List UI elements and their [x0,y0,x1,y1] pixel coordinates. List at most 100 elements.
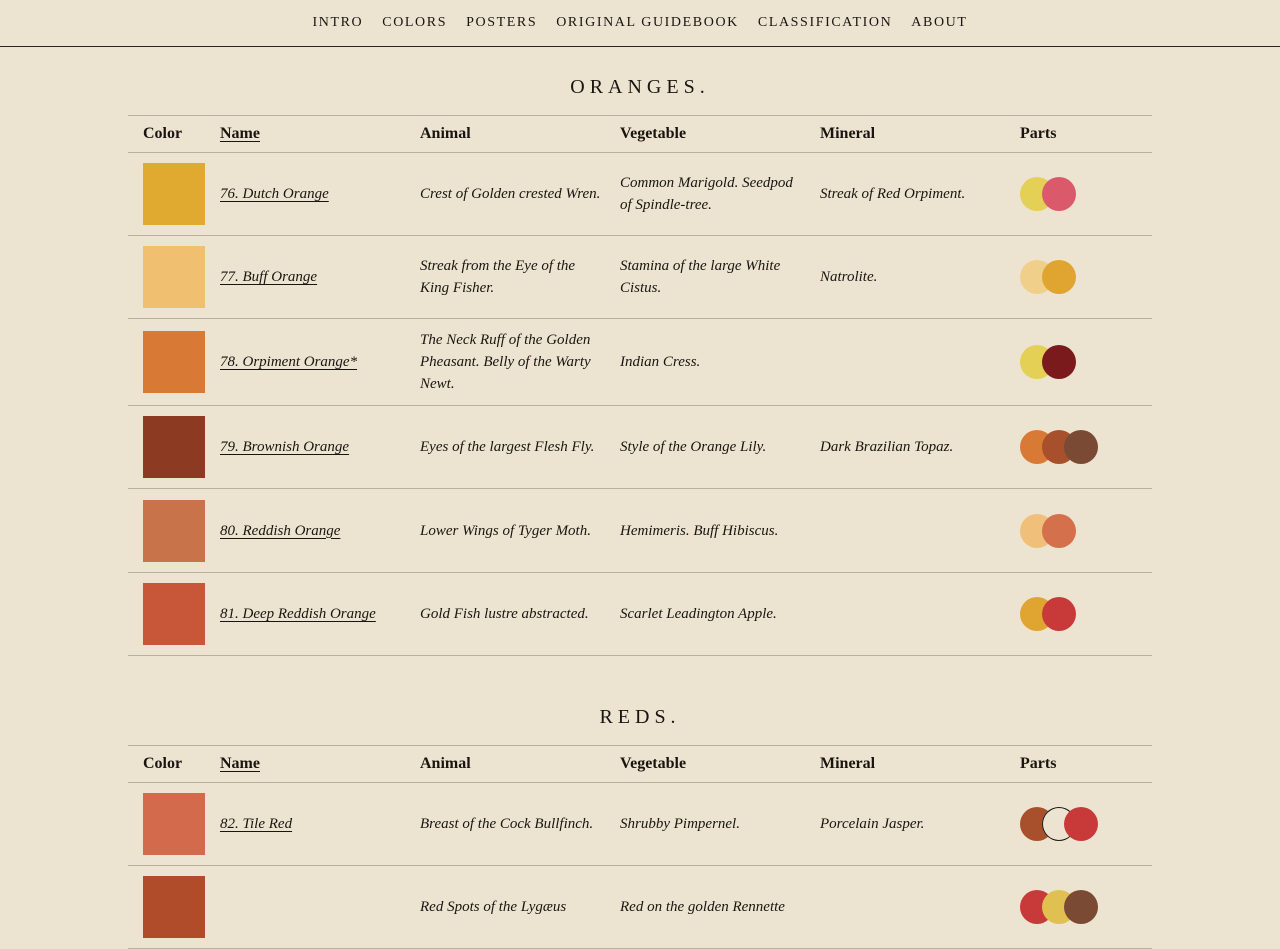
color-name-link[interactable]: 79. Brownish Orange [220,439,349,455]
vegetable-cell: Red on the golden Rennette [605,865,805,949]
color-cell [128,318,205,406]
color-name-link[interactable]: 81. Deep Reddish Orange [220,606,376,622]
vegetable-cell: Scarlet Leadington Apple. [605,572,805,656]
colors-table-oranges: Color Name Animal Vegetable Mineral Parts 76. … [128,115,1152,656]
part-color-circle[interactable] [1042,260,1076,294]
color-cell [128,405,205,489]
animal-cell: Lower Wings of Tyger Moth. [405,488,605,573]
parts-cell [1005,488,1152,573]
table-row: 79. Brownish Orange Eyes of the largest F… [128,405,1152,489]
header-row: Color Name Animal Vegetable Mineral Parts [128,115,1152,153]
animal-cell: Gold Fish lustre abstracted. [405,572,605,656]
color-swatch[interactable] [143,583,205,645]
column-header-name[interactable]: Name [205,115,405,153]
column-header-vegetable: Vegetable [605,115,805,153]
header-row: Color Name Animal Vegetable Mineral Parts [128,745,1152,783]
nav-intro[interactable]: Intro [312,15,363,31]
parts-cell [1005,235,1152,319]
nav-posters[interactable]: Posters [466,15,537,31]
color-name-link[interactable]: 78. Orpiment Orange* [220,354,357,370]
table-row: 78. Orpiment Orange* The Neck Ruff of the… [128,318,1152,406]
mineral-cell [805,488,1005,573]
animal-cell: The Neck Ruff of the Golden Pheasant. Be… [405,318,605,406]
parts-group [1020,890,1152,924]
vegetable-cell: Shrubby Pimpernel. [605,782,805,866]
part-color-circle[interactable] [1064,807,1098,841]
vegetable-cell: Style of the Orange Lily. [605,405,805,489]
parts-group [1020,513,1152,548]
animal-cell: Breast of the Cock Bullfinch. [405,782,605,866]
nav-about[interactable]: About [911,15,967,31]
mineral-cell: Natrolite. [805,235,1005,319]
color-swatch[interactable] [143,416,205,478]
color-name-link[interactable]: 80. Reddish Orange [220,523,340,539]
colors-table-reds: Color Name Animal Vegetable Mineral Parts 82. … [128,745,1152,949]
mineral-cell: Dark Brazilian Topaz. [805,405,1005,489]
part-color-circle[interactable] [1064,890,1098,924]
section-title-oranges: ORANGES. [570,76,710,98]
mineral-cell [805,572,1005,656]
color-swatch[interactable] [143,499,205,562]
column-header-color: Color [128,115,205,153]
section-title-reds: REDS. [599,706,681,728]
color-cell [128,488,205,573]
part-color-circle[interactable] [1042,177,1076,211]
vegetable-cell: Stamina of the large White Cistus. [605,235,805,319]
part-color-circle[interactable] [1042,345,1076,379]
column-header-name[interactable]: Name [205,745,405,783]
name-cell: 76. Dutch Orange [205,152,405,236]
part-color-circle[interactable] [1064,430,1098,464]
name-cell: 79. Brownish Orange [205,405,405,489]
table-row: 80. Reddish Orange Lower Wings of Tyger M… [128,488,1152,573]
mineral-cell: Porcelain Jasper. [805,782,1005,866]
table-row: Red Spots of the Lygæus Red on the golden… [128,865,1152,949]
part-color-circle[interactable] [1042,513,1076,548]
animal-cell: Crest of Golden crested Wren. [405,152,605,236]
animal-cell: Streak from the Eye of the King Fisher. [405,235,605,319]
color-swatch[interactable] [143,331,205,393]
column-header-vegetable: Vegetable [605,745,805,783]
part-color-circle[interactable] [1042,597,1076,631]
color-cell [128,572,205,656]
name-cell [205,865,405,949]
color-cell [128,782,205,866]
parts-cell [1005,152,1152,236]
vegetable-cell: Common Marigold. Seedpod of Spindle-tree… [605,152,805,236]
column-header-mineral: Mineral [805,745,1005,783]
color-swatch[interactable] [143,876,205,938]
table-row: 81. Deep Reddish Orange Gold Fish lustre … [128,572,1152,656]
nav-original-guidebook[interactable]: Original Guidebook [556,15,739,31]
parts-group [1020,177,1152,211]
color-name-link[interactable]: 82. Tile Red [220,816,292,832]
name-cell: 78. Orpiment Orange* [205,318,405,406]
color-swatch[interactable] [143,163,205,225]
column-header-name-label[interactable]: Name [220,125,260,142]
vegetable-cell: Indian Cress. [605,318,805,406]
mineral-cell [805,865,1005,949]
color-cell [128,235,205,319]
parts-cell [1005,405,1152,489]
color-name-link[interactable]: 76. Dutch Orange [220,186,329,202]
mineral-cell: Streak of Red Orpiment. [805,152,1005,236]
parts-cell [1005,865,1152,949]
column-header-parts: Parts [1005,745,1152,783]
vegetable-cell: Hemimeris. Buff Hibiscus. [605,488,805,573]
parts-group [1020,597,1152,631]
parts-cell [1005,318,1152,406]
color-cell [128,152,205,236]
color-swatch[interactable] [143,793,205,855]
table-row: 76. Dutch Orange Crest of Golden crested … [128,152,1152,236]
color-swatch[interactable] [143,246,205,308]
nav-colors[interactable]: Colors [382,15,447,31]
table-row: 82. Tile Red Breast of the Cock Bullfinch… [128,782,1152,866]
column-header-mineral: Mineral [805,115,1005,153]
name-cell: 80. Reddish Orange [205,488,405,573]
parts-group [1020,430,1152,464]
nav-classification[interactable]: Classification [758,15,892,31]
color-name-link[interactable]: 77. Buff Orange [220,269,317,285]
name-cell: 82. Tile Red [205,782,405,866]
color-cell [128,865,205,949]
top-navigation: Intro Colors Posters Original Guidebook … [0,0,1280,47]
column-header-name-label[interactable]: Name [220,755,260,772]
mineral-cell [805,318,1005,406]
